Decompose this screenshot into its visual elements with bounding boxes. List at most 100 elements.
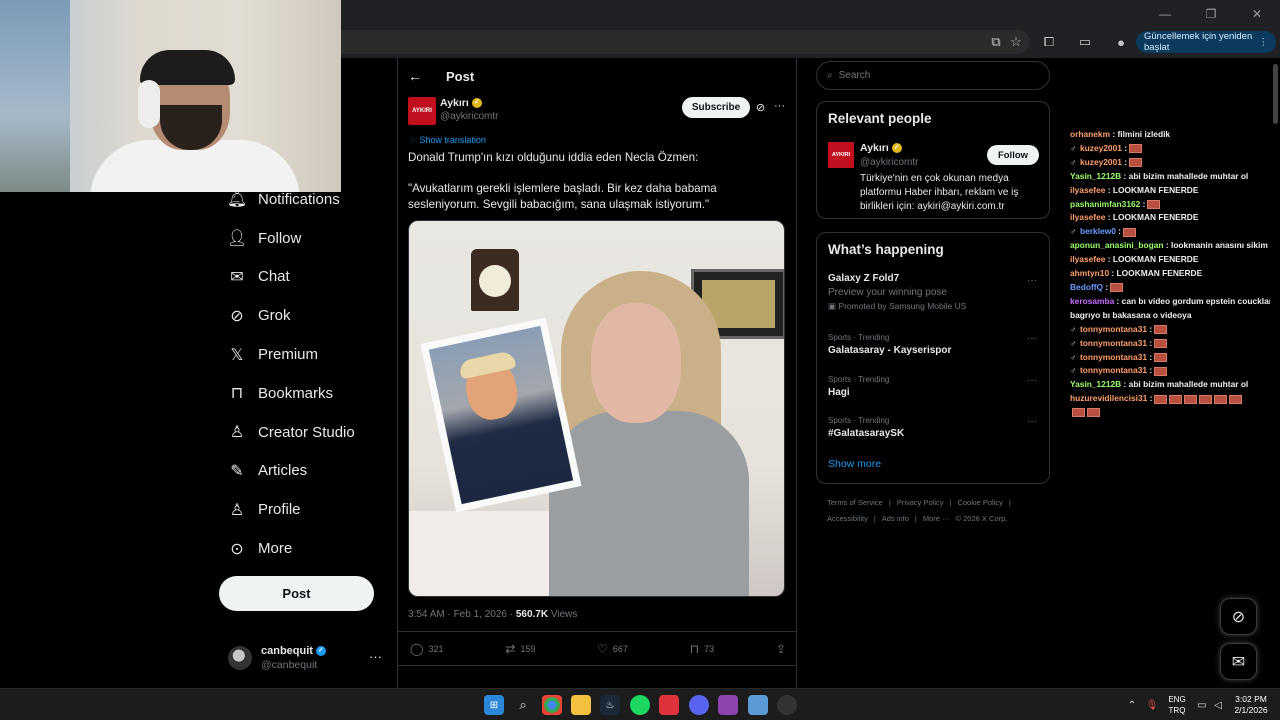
sidebar-item-more[interactable]: ⊙ More — [218, 529, 388, 568]
search-input[interactable]: ⌕ Search — [816, 61, 1050, 90]
more-dots-icon[interactable]: ··· — [774, 100, 785, 112]
restore-icon[interactable]: ❐ — [1188, 0, 1234, 28]
chat-username[interactable]: ilyasefee — [1070, 185, 1105, 195]
reply-button[interactable]: ◯ 321 — [410, 642, 443, 656]
trend-item[interactable]: Sports · Trending Hagi ··· — [817, 371, 1049, 413]
update-restart-button[interactable]: Güncellemek için yeniden başlat ⋮ — [1136, 31, 1276, 53]
chat-username[interactable]: tonnymontana31 — [1080, 352, 1147, 362]
microphone-icon[interactable]: 🎙 — [1142, 695, 1162, 715]
app-red-icon[interactable] — [659, 695, 679, 715]
back-arrow-icon[interactable]: ← — [408, 68, 422, 84]
relevant-name[interactable]: Aykırı ✓ — [860, 142, 902, 154]
grok-icon[interactable]: ⊘ — [756, 101, 765, 114]
volume-icon[interactable]: ◁ — [1208, 695, 1228, 715]
sidebar-item-bookmarks[interactable]: ⊓ Bookmarks — [218, 374, 388, 413]
search-icon[interactable]: ⌕ — [513, 695, 533, 715]
chat-username[interactable]: berklew0 — [1080, 226, 1116, 236]
post-timestamp[interactable]: 3:54 AM · Feb 1, 2026 · — [408, 609, 516, 620]
taskbar-clock[interactable]: 3:02 PM 2/1/2026 — [1226, 694, 1276, 716]
address-bar[interactable] — [330, 30, 1030, 54]
tab-search-icon[interactable]: ▭ — [1076, 33, 1094, 51]
chat-username[interactable]: Yasin_1212B — [1070, 171, 1121, 181]
chat-username[interactable]: orhanekm — [1070, 129, 1110, 139]
chat-username[interactable]: aponun_anasini_bogan — [1070, 240, 1164, 250]
relevant-person[interactable]: AYKIRI Aykırı ✓ @aykiricomtr Türkiye'nin … — [817, 102, 1049, 212]
grok-floating-button[interactable]: ⊘ — [1220, 598, 1257, 635]
chat-username[interactable]: huzurevidilencisi31 — [1070, 393, 1147, 403]
sidebar-item-grok[interactable]: ⊘ Grok — [218, 296, 388, 335]
footer-link[interactable]: More ··· — [923, 514, 950, 523]
trend-item[interactable]: Sports · Trending Galatasaray - Kayserisp… — [817, 329, 1049, 371]
scrollbar[interactable] — [1273, 64, 1278, 124]
footer-link[interactable]: Ads info — [882, 514, 909, 523]
promo-subtitle: Preview your winning pose — [828, 287, 947, 298]
footer-link[interactable]: Privacy Policy — [897, 498, 944, 507]
more-dots-icon[interactable]: ··· — [369, 649, 382, 664]
show-more-link[interactable]: Show more — [817, 454, 1049, 482]
tray-chevron-icon[interactable]: ⌃ — [1122, 695, 1142, 715]
promoted-trend[interactable]: Galaxy Z Fold7 Preview your winning pose… — [817, 271, 1049, 329]
chat-username[interactable]: kuzey2001 — [1080, 143, 1122, 153]
steam-icon[interactable]: ♨ — [600, 695, 620, 715]
footer-separator: | — [949, 498, 952, 507]
footer-link[interactable]: Accessibility — [827, 514, 868, 523]
messages-floating-button[interactable]: ✉ — [1220, 643, 1257, 680]
author-logo[interactable]: AYKIRI — [408, 97, 436, 125]
bookmark-button[interactable]: ⊓ 73 — [690, 642, 714, 656]
more-dots-icon[interactable]: ··· — [1027, 375, 1037, 386]
start-windows-icon[interactable]: ⊞ — [484, 695, 504, 715]
sidebar-item-premium[interactable]: 𝕏 Premium — [218, 335, 388, 374]
chat-username[interactable]: Yasin_1212B — [1070, 379, 1121, 389]
chat-username[interactable]: kuzey2001 — [1080, 157, 1122, 167]
chat-username[interactable]: kerosamba — [1070, 296, 1114, 306]
like-button[interactable]: ♡ 667 — [597, 642, 628, 656]
chat-username[interactable]: pashanimfan3162 — [1070, 199, 1140, 209]
more-dots-icon[interactable]: ··· — [1027, 275, 1037, 286]
footer-link[interactable]: Terms of Service — [827, 498, 883, 507]
follow-button[interactable]: Follow — [987, 145, 1039, 165]
more-dots-icon[interactable]: ··· — [1027, 333, 1037, 344]
sidebar-item-profile[interactable]: ♙ Profile — [218, 490, 388, 529]
chat-username[interactable]: tonnymontana31 — [1080, 365, 1147, 375]
author-handle[interactable]: @aykiricomtr — [440, 111, 499, 122]
repost-button[interactable]: ⇄ 159 — [505, 642, 535, 656]
discord-icon[interactable] — [689, 695, 709, 715]
post-button[interactable]: Post — [219, 576, 374, 611]
install-app-icon[interactable]: ⧉ — [987, 33, 1005, 51]
bookmark-star-icon[interactable]: ☆ — [1007, 33, 1025, 51]
post-photo[interactable] — [408, 220, 785, 597]
app-blue-icon[interactable] — [748, 695, 768, 715]
author-name[interactable]: Aykırı ✓ — [440, 97, 482, 109]
relevant-handle[interactable]: @aykiricomtr — [860, 157, 919, 168]
extensions-icon[interactable]: ⧠ — [1040, 33, 1058, 51]
language-indicator[interactable]: ENG TRQ — [1166, 694, 1188, 716]
chat-username[interactable]: BedoffQ — [1070, 282, 1103, 292]
app-grid-icon[interactable] — [718, 695, 738, 715]
close-icon[interactable]: ✕ — [1234, 0, 1280, 28]
share-button[interactable]: ⇪ — [776, 642, 786, 656]
relevant-logo[interactable]: AYKIRI — [828, 142, 854, 168]
footer-link[interactable]: Cookie Policy — [957, 498, 1002, 507]
spotify-icon[interactable] — [630, 695, 650, 715]
sidebar-item-follow[interactable]: 👤︎ Follow — [218, 219, 388, 258]
trend-item[interactable]: Sports · Trending #GalatasaraySK ··· — [817, 412, 1049, 454]
sidebar-item-chat[interactable]: ✉ Chat — [218, 258, 388, 297]
profile-avatar-icon[interactable]: ● — [1112, 33, 1130, 51]
sidebar-item-notifications[interactable]: 🔔︎ Notifications — [218, 180, 388, 219]
obs-icon[interactable] — [777, 695, 797, 715]
account-switcher[interactable]: canbequit ✓ @canbequit ··· — [228, 640, 388, 676]
chat-username[interactable]: ilyasefee — [1070, 212, 1105, 222]
more-dots-icon[interactable]: ··· — [1027, 416, 1037, 427]
minimize-icon[interactable]: — — [1142, 0, 1188, 28]
footer-link[interactable]: © 2026 X Corp. — [956, 514, 1008, 523]
chat-username[interactable]: tonnymontana31 — [1080, 324, 1147, 334]
chat-username[interactable]: ahmtyn10 — [1070, 268, 1109, 278]
show-translation-link[interactable]: ◌ Show translation — [410, 135, 486, 145]
file-explorer-icon[interactable] — [571, 695, 591, 715]
chat-username[interactable]: ilyasefee — [1070, 254, 1105, 264]
chrome-icon[interactable] — [542, 695, 562, 715]
sidebar-item-creator-studio[interactable]: ♙ Creator Studio — [218, 413, 388, 452]
subscribe-button[interactable]: Subscribe — [682, 97, 750, 118]
sidebar-item-articles[interactable]: ✎ Articles — [218, 452, 388, 491]
chat-username[interactable]: tonnymontana31 — [1080, 338, 1147, 348]
